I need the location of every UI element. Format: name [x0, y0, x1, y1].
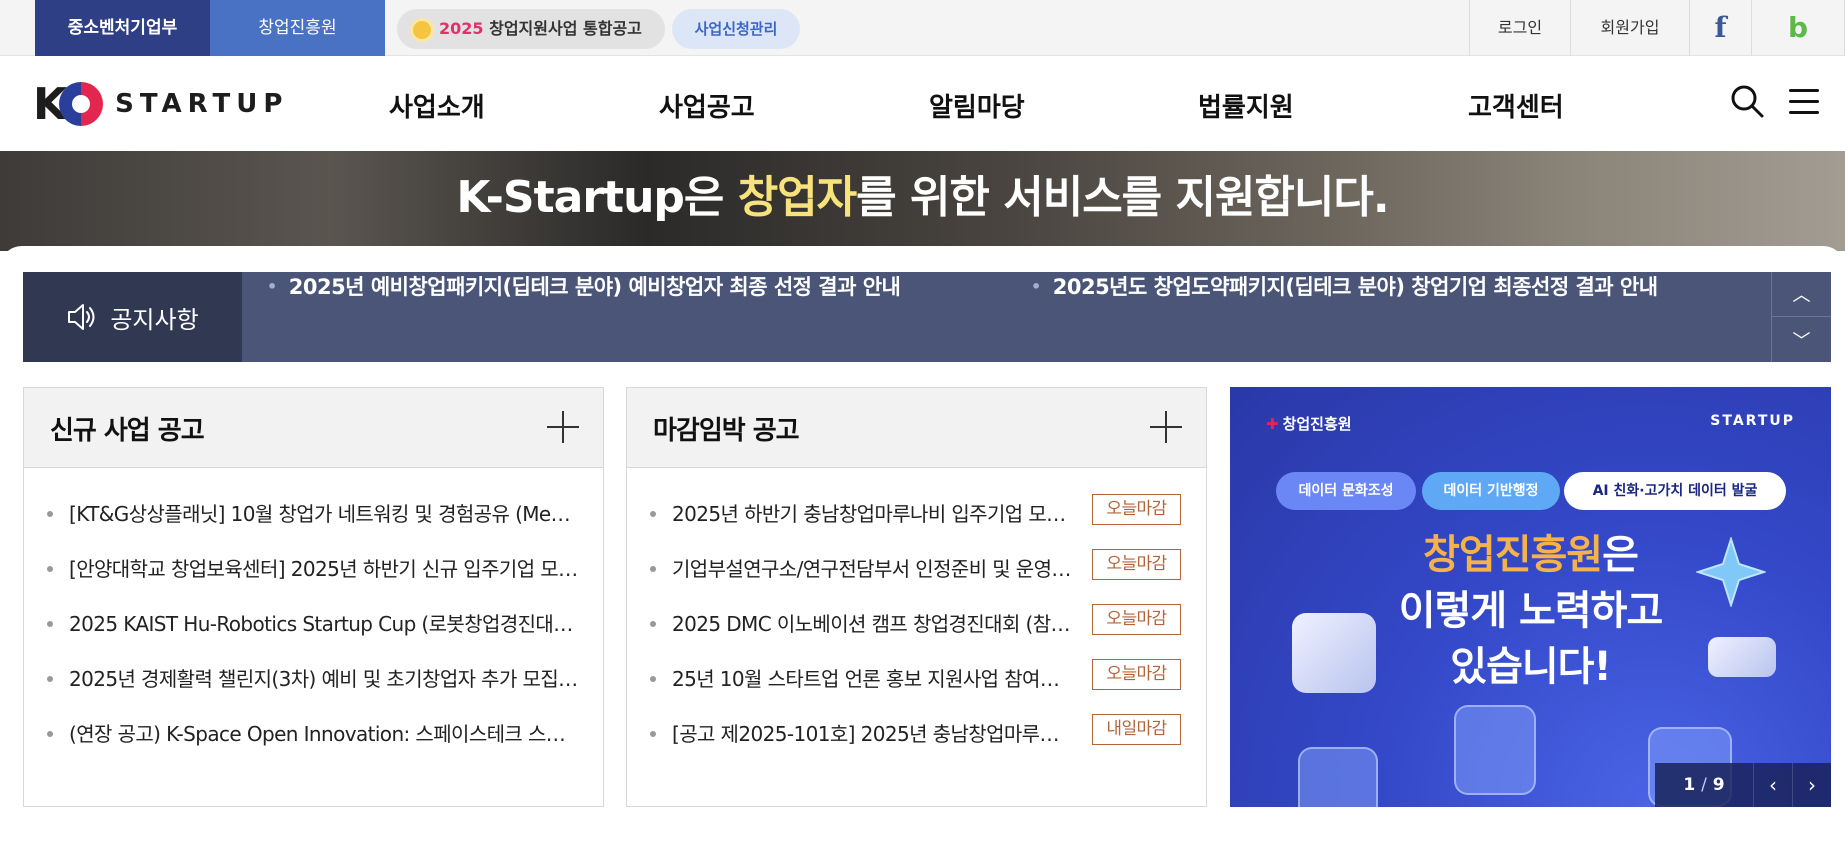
list-item[interactable]: (연장 공고) K-Space Open Innovation: 스페이스테크 … — [47, 718, 587, 773]
list-item[interactable]: 2025년 경제활력 챌린지(3차) 예비 및 초기창업자 추가 모집 공고 — [47, 663, 587, 718]
notice-item[interactable]: 2025년 예비창업패키지(딥테크 분야) 예비창업자 최종 선정 결과 안내 — [267, 272, 901, 302]
notice-bar: 공지사항 2025년 예비창업패키지(딥테크 분야) 예비창업자 최종 선정 결… — [23, 272, 1831, 362]
exclamation-tile-icon — [1454, 705, 1536, 795]
banner-prev-button[interactable]: ‹ — [1753, 763, 1792, 807]
notice-up-button[interactable]: ︿ — [1772, 272, 1831, 317]
banner-title: 창업진흥원은 이렇게 노력하고 있습니다! — [1398, 532, 1664, 690]
panel-title: 마감임박 공고 — [653, 416, 800, 446]
banner-chip: AI 친화·고가치 데이터 발굴 — [1564, 472, 1786, 510]
bullet-icon — [47, 511, 53, 517]
deadline-badge: 오늘마감 — [1092, 604, 1181, 635]
bullet-icon — [47, 566, 53, 572]
deadline-panel: 마감임박 공고 2025년 하반기 충남창업마루나비 입주기업 모집 공고 오늘마… — [626, 387, 1207, 807]
bullet-icon — [650, 731, 656, 737]
nav-customer-center[interactable]: 고객센터 — [1468, 87, 1564, 124]
search-icon[interactable] — [1730, 84, 1764, 118]
nav-legal-support[interactable]: 법률지원 — [1198, 87, 1294, 124]
bullet-icon — [650, 511, 656, 517]
list-item[interactable]: 2025 KAIST Hu-Robotics Startup Cup (로봇창업… — [47, 608, 587, 663]
arrow-tile-icon — [1298, 747, 1378, 807]
bullet-icon — [650, 676, 656, 682]
login-link[interactable]: 로그인 — [1469, 0, 1570, 56]
notice-down-button[interactable]: ﹀ — [1772, 317, 1831, 362]
notice-label: 공지사항 — [23, 272, 242, 362]
bullet-icon — [47, 676, 53, 682]
bullet-icon — [650, 621, 656, 627]
banner-chip: 데이터 기반행정 — [1422, 472, 1560, 510]
list-item[interactable]: 25년 10월 스타트업 언론 홍보 지원사업 참여기업 모집 오늘마감 — [650, 659, 1190, 718]
bullet-icon — [47, 621, 53, 627]
deadline-badge: 오늘마감 — [1092, 494, 1181, 525]
notice-link-label: 창업지원사업 통합공고 — [489, 19, 642, 38]
integrated-notice-link[interactable]: 2025 창업지원사업 통합공고 — [397, 9, 665, 49]
promo-banner[interactable]: ✚ 창업진흥원 STARTUP 데이터 문화조성 데이터 기반행정 AI 친화·고… — [1230, 387, 1831, 807]
lightbulb-icon — [413, 20, 431, 39]
banner-controls: 1 / 9 ‹ › — [1655, 763, 1831, 807]
kised-tab[interactable]: 창업진흥원 — [210, 0, 385, 56]
notice-arrows: ︿ ﹀ — [1771, 272, 1831, 362]
notice-year: 2025 — [439, 19, 484, 38]
utility-bar: 중소벤처기업부 창업진흥원 2025 창업지원사업 통합공고 사업신청관리 로그… — [0, 0, 1845, 56]
blog-icon[interactable]: b — [1751, 0, 1845, 56]
banner-counter: 1 / 9 — [1683, 775, 1725, 795]
facebook-icon[interactable]: f — [1689, 0, 1751, 56]
mss-tab[interactable]: 중소벤처기업부 — [35, 0, 210, 56]
deadline-badge: 내일마감 — [1092, 714, 1181, 745]
panel-title: 신규 사업 공고 — [50, 416, 205, 446]
list-item[interactable]: [안양대학교 창업보육센터] 2025년 하반기 신규 입주기업 모집 공고 — [47, 553, 587, 608]
menu-icon[interactable] — [1789, 89, 1819, 114]
banner-org: ✚ 창업진흥원 — [1266, 415, 1352, 433]
banner-chip: 데이터 문화조성 — [1276, 472, 1416, 510]
hero-title: K-Startup은 창업자를 위한 서비스를 지원합니다. — [456, 172, 1389, 223]
hero-highlight: 창업자 — [737, 172, 857, 223]
deadline-badge: 오늘마감 — [1092, 549, 1181, 580]
deadline-list: 2025년 하반기 충남창업마루나비 입주기업 모집 공고 오늘마감 기업부설연구… — [650, 494, 1190, 773]
more-plus-icon[interactable] — [1150, 411, 1182, 443]
bullet-icon — [47, 731, 53, 737]
main-header: K STARTUP 사업소개 사업공고 알림마당 법률지원 고객센터 — [0, 57, 1845, 151]
speaker-icon — [68, 304, 95, 330]
panel-header: 마감임박 공고 — [627, 388, 1206, 468]
nav-business-notice[interactable]: 사업공고 — [659, 87, 755, 124]
hero-banner: K-Startup은 창업자를 위한 서비스를 지원합니다. — [0, 151, 1845, 251]
nav-announcements[interactable]: 알림마당 — [929, 87, 1025, 124]
logo-word: STARTUP — [115, 89, 289, 119]
more-plus-icon[interactable] — [547, 411, 579, 443]
bullet-icon — [650, 566, 656, 572]
list-item[interactable]: 2025 DMC 이노베이션 캠프 창업경진대회 (참가자 모집)오늘마감 — [650, 604, 1190, 663]
taegeuk-icon — [59, 82, 104, 126]
new-business-list: [KT&G상상플래닛] 10월 창업가 네트워킹 및 경험공유 (Meet-up… — [47, 498, 587, 773]
deadline-badge: 오늘마감 — [1092, 659, 1181, 690]
list-item[interactable]: 기업부설연구소/연구전담부서 인정준비 및 운영 교육 오늘마감 — [650, 549, 1190, 608]
banner-next-button[interactable]: › — [1792, 763, 1831, 807]
list-item[interactable]: [공고 제2025-101호] 2025년 충남창업마루나비 추가 모집내일마감 — [650, 714, 1190, 773]
kised-mark-icon: ✚ — [1266, 415, 1279, 433]
list-item[interactable]: [KT&G상상플래닛] 10월 창업가 네트워킹 및 경험공유 (Meet-up… — [47, 498, 587, 553]
notice-label-text: 공지사항 — [110, 305, 199, 334]
list-item[interactable]: 2025년 하반기 충남창업마루나비 입주기업 모집 공고 오늘마감 — [650, 494, 1190, 553]
panel-header: 신규 사업 공고 — [24, 388, 603, 468]
notice-item[interactable]: 2025년도 창업도약패키지(딥테크 분야) 창업기업 최종선정 결과 안내 — [1031, 272, 1658, 302]
signup-link[interactable]: 회원가입 — [1570, 0, 1689, 56]
banner-brand: STARTUP — [1710, 413, 1795, 429]
apply-management-link[interactable]: 사업신청관리 — [672, 9, 800, 49]
new-business-panel: 신규 사업 공고 [KT&G상상플래닛] 10월 창업가 네트워킹 및 경험공유… — [23, 387, 604, 807]
nav-business-intro[interactable]: 사업소개 — [389, 87, 485, 124]
kstartup-logo[interactable]: K STARTUP — [33, 75, 288, 133]
